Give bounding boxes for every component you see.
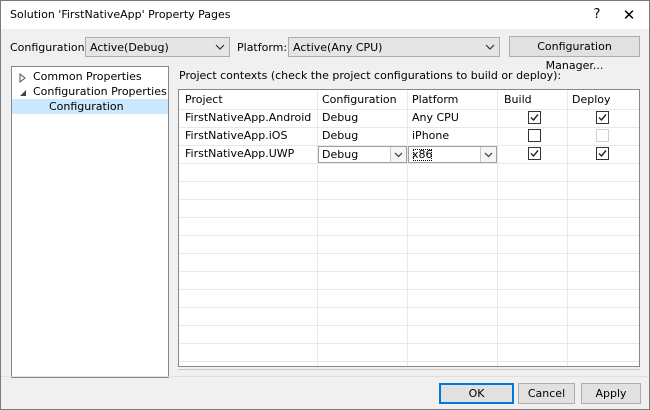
grid-row-divider [179, 235, 639, 236]
build-checkbox[interactable] [528, 129, 541, 142]
cancel-button[interactable]: Cancel [518, 383, 575, 404]
grid-row-divider [179, 361, 639, 362]
ok-button[interactable]: OK [439, 383, 514, 404]
platform-cell-value: x86 [412, 148, 433, 161]
grid-bottom-scroll-track [178, 369, 640, 370]
grid-row-divider [179, 289, 639, 290]
deploy-checkbox[interactable] [596, 147, 609, 160]
project-name-cell: FirstNativeApp.UWP [185, 147, 295, 160]
checkmark-icon [598, 114, 607, 122]
collapse-arrow-icon[interactable] [18, 87, 28, 97]
chevron-down-icon[interactable] [390, 147, 406, 162]
configuration-value: Active(Debug) [90, 41, 169, 54]
grid-row-divider [179, 163, 639, 164]
build-checkbox[interactable] [528, 147, 541, 160]
chevron-down-icon[interactable] [480, 147, 496, 162]
help-button[interactable]: ? [581, 1, 613, 29]
checkmark-icon [530, 150, 539, 158]
platform-cell[interactable]: Any CPU [412, 109, 459, 126]
column-header-configuration[interactable]: Configuration [322, 91, 397, 108]
configuration-cell[interactable]: Debug [322, 109, 358, 126]
tree-item-common-properties[interactable]: Common Properties [18, 69, 168, 84]
grid-row-divider [179, 181, 639, 182]
project-name-cell: FirstNativeApp.Android [185, 111, 312, 124]
expand-arrow-icon[interactable] [18, 72, 28, 84]
tree-item-label: Configuration [49, 100, 124, 113]
configuration-cell-value: Debug [322, 148, 359, 161]
configuration-dropdown[interactable]: Active(Debug) [85, 37, 230, 57]
apply-button[interactable]: Apply [581, 383, 641, 404]
configuration-label: Configuration: [10, 41, 89, 54]
tree-item-configuration-properties[interactable]: Configuration Properties [18, 84, 168, 99]
tree-item-configuration[interactable]: Configuration [12, 99, 168, 114]
grid-row-divider [179, 271, 639, 272]
title-bar: Solution 'FirstNativeApp' Property Pages… [1, 1, 649, 29]
platform-label: Platform: [237, 41, 288, 54]
grid-caption: Project contexts (check the project conf… [179, 69, 562, 82]
grid-row-divider [179, 325, 639, 326]
column-header-deploy[interactable]: Deploy [572, 91, 611, 108]
checkmark-icon [598, 150, 607, 158]
platform-dropdown[interactable]: Active(Any CPU) [288, 37, 500, 57]
window-title: Solution 'FirstNativeApp' Property Pages [10, 8, 231, 21]
grid-row-divider [179, 253, 639, 254]
configuration-manager-button[interactable]: Configuration Manager... [509, 36, 640, 72]
grid-row-divider [179, 217, 639, 218]
platform-cell-dropdown[interactable]: x86 [408, 146, 497, 163]
checkmark-icon [530, 114, 539, 122]
grid-row-divider [179, 343, 639, 344]
grid-row-divider [179, 307, 639, 308]
column-header-build[interactable]: Build [504, 91, 532, 108]
build-checkbox[interactable] [528, 111, 541, 124]
chevron-down-icon [483, 39, 497, 55]
platform-value: Active(Any CPU) [293, 41, 383, 54]
footer-divider [1, 376, 649, 377]
deploy-checkbox-disabled [596, 129, 609, 142]
platform-cell[interactable]: iPhone [412, 127, 449, 144]
deploy-checkbox[interactable] [596, 111, 609, 124]
grid-row-divider [179, 199, 639, 200]
properties-tree: Common Properties Configuration Properti… [11, 66, 169, 378]
property-pages-dialog: Solution 'FirstNativeApp' Property Pages… [0, 0, 650, 410]
project-contexts-grid: Project Configuration Platform Build Dep… [178, 89, 640, 367]
project-name-cell: FirstNativeApp.iOS [185, 129, 288, 142]
close-button[interactable]: ✕ [613, 1, 645, 29]
column-header-platform[interactable]: Platform [412, 91, 458, 108]
column-header-project[interactable]: Project [185, 91, 223, 108]
chevron-down-icon [213, 39, 227, 55]
tree-item-label: Configuration Properties [33, 85, 167, 98]
configuration-cell[interactable]: Debug [322, 127, 358, 144]
configuration-cell-dropdown[interactable]: Debug [318, 146, 407, 163]
tree-item-label: Common Properties [33, 70, 142, 83]
